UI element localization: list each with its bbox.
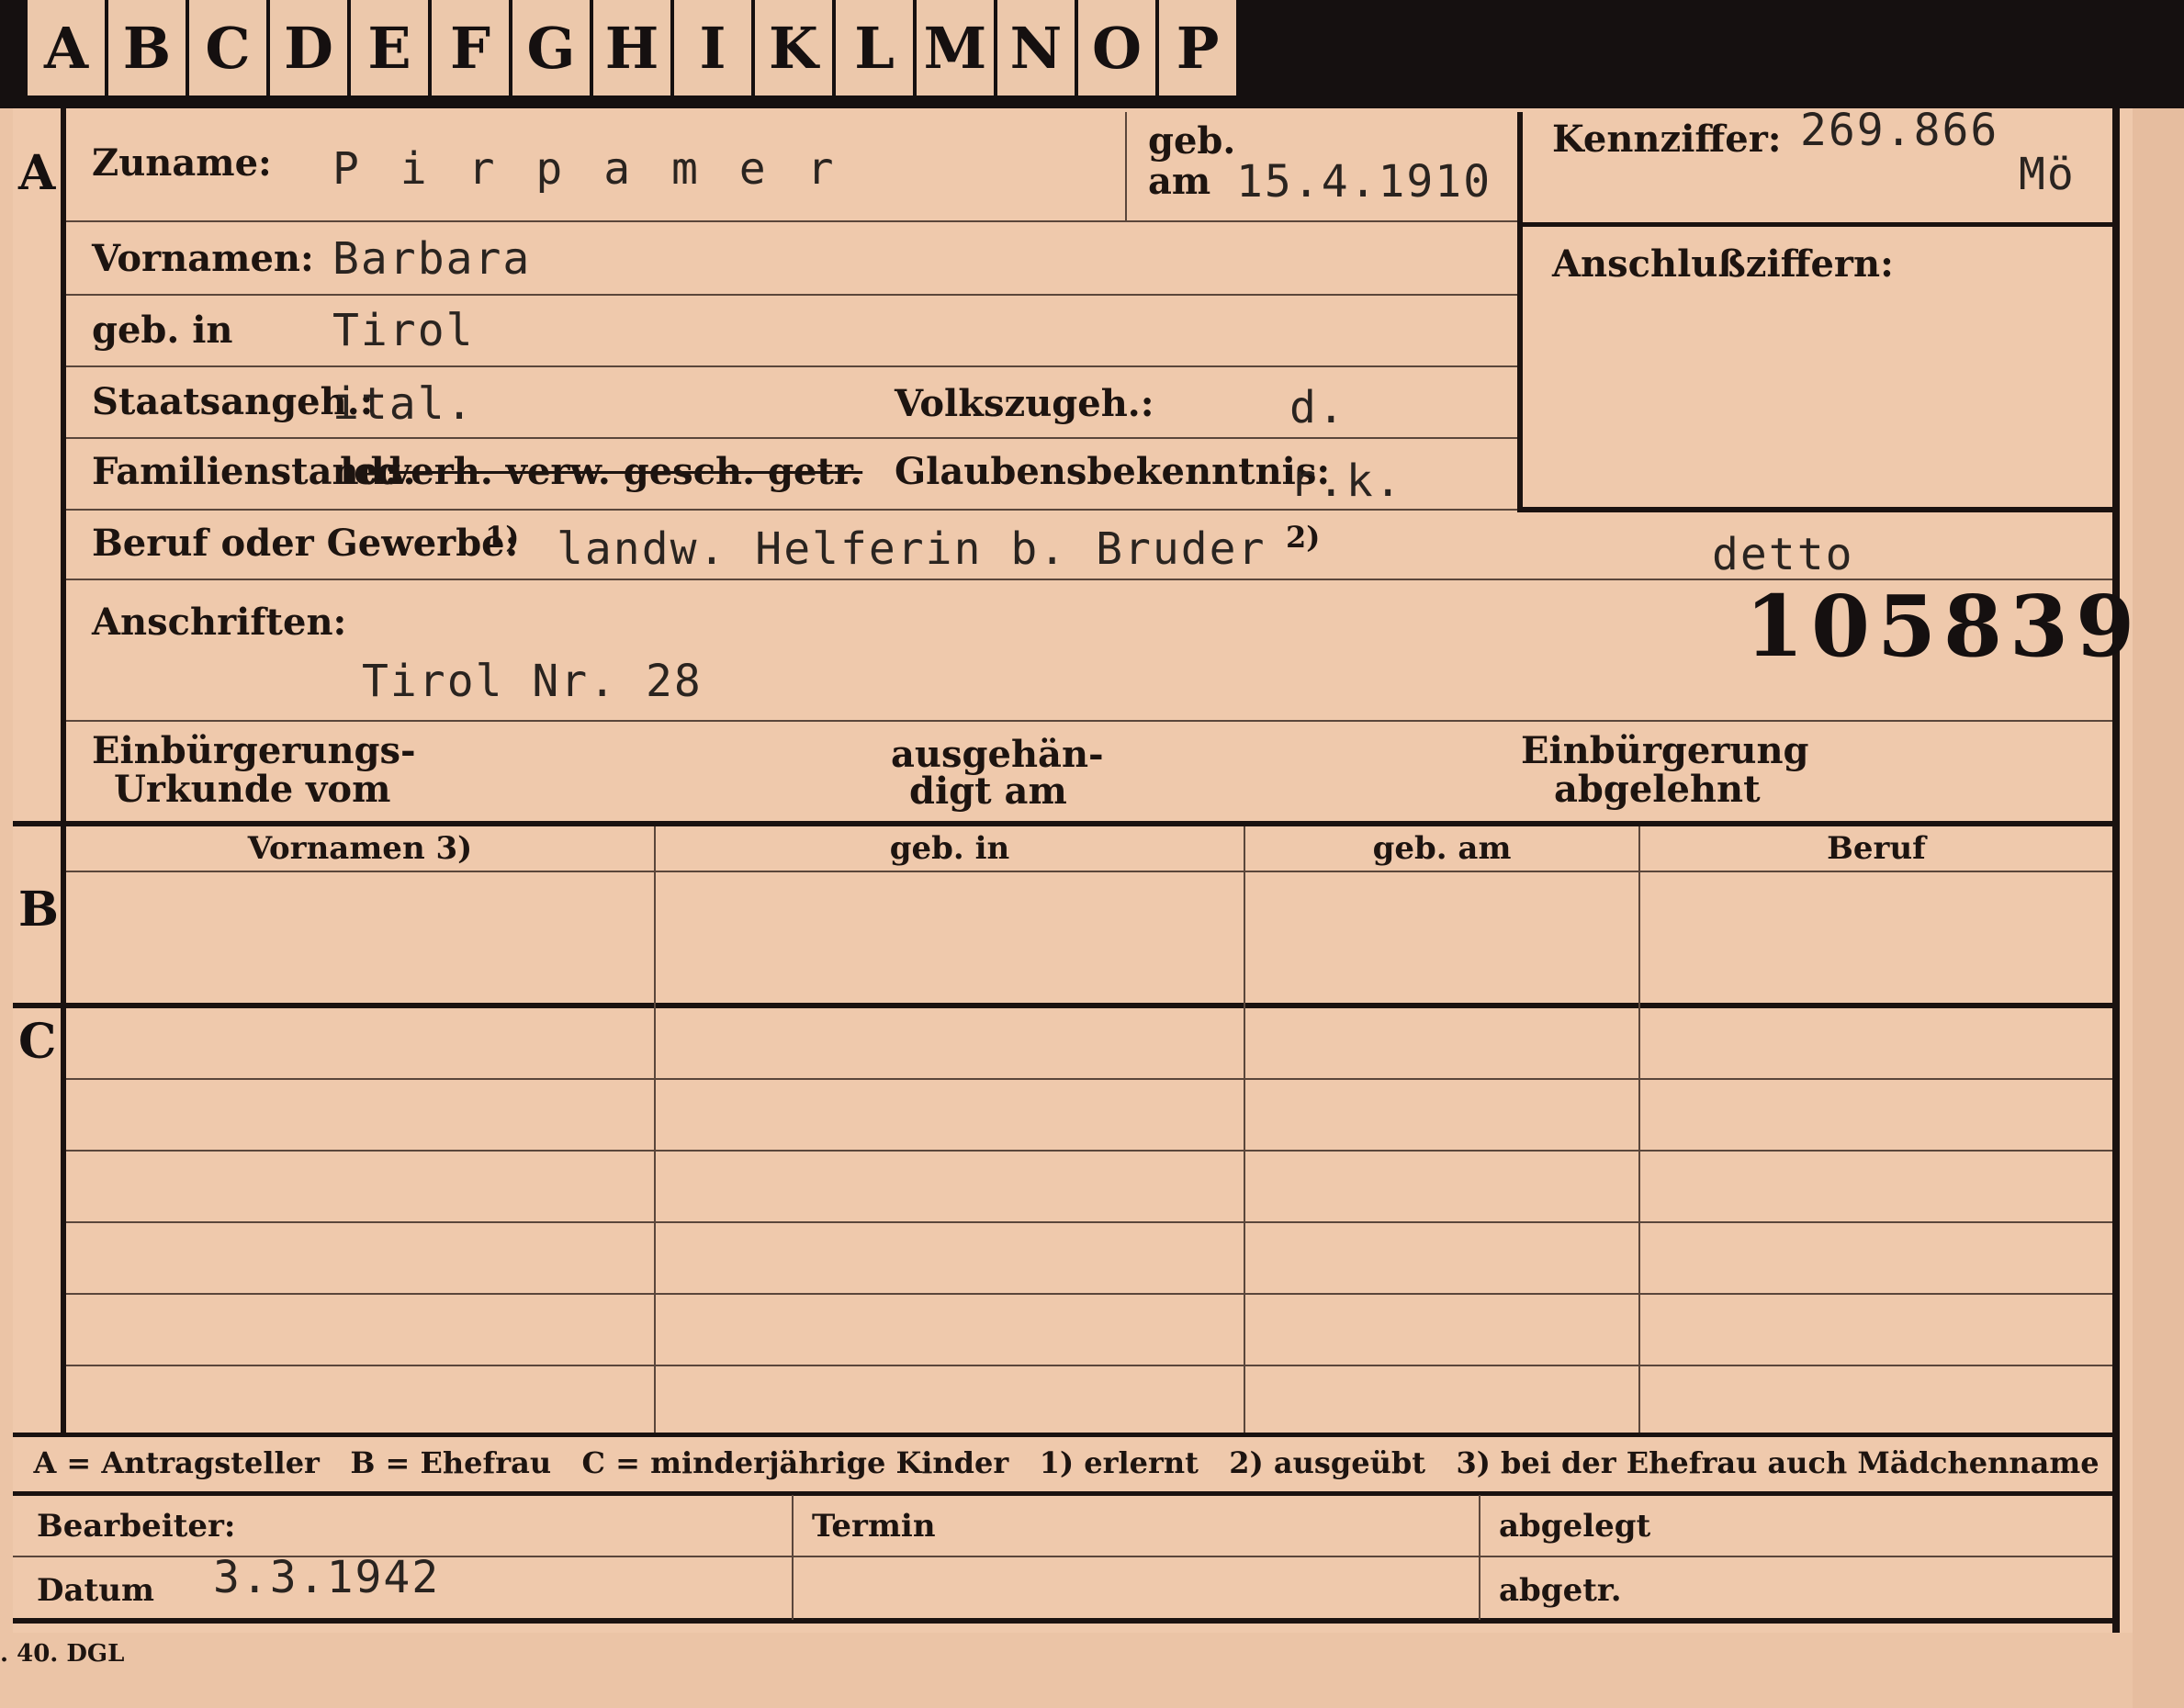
row-line [66,220,1517,222]
index-tab-n: N [997,0,1075,98]
ausgehaendigt-label-2: digt am [909,770,1067,813]
index-tab-f: F [432,0,509,98]
kennziffer-label: Kennziffer: [1552,118,1782,161]
table-row-line [66,1221,2112,1223]
zuname-value: P i r p a m e r [332,143,841,195]
geb-am-label-1: geb. [1148,119,1236,163]
bearbeiter-label: Bearbeiter: [37,1508,236,1545]
index-tab-b: B [108,0,186,98]
index-tab-a: A [28,0,105,98]
volkszugehoerigkeit-label: Volkszugeh.: [895,382,1154,425]
card-bottom-border [13,1618,2120,1624]
kennziffer-box-divider [1517,222,2112,227]
beruf-value-ausgeuebt: detto [1712,529,1854,580]
volkszugehoerigkeit-value: d. [1289,382,1346,433]
index-tab-p: P [1159,0,1236,98]
geb-in-label: geb. in [92,309,233,352]
abgetragen-label: abgetr. [1499,1572,1622,1609]
section-b-letter: B [18,882,59,938]
row-line [66,294,1517,296]
footer-col-divider [1479,1495,1480,1620]
card-left-border [61,108,66,1435]
index-tab-e: E [351,0,428,98]
anschriften-label: Anschriften: [92,601,347,644]
table-row-line [66,1150,2112,1152]
row-line [66,720,2112,722]
table-col-divider [1638,826,1640,1433]
geb-in-value: Tirol [332,305,475,356]
zuname-label: Zuname: [92,141,272,185]
geb-am-label-2: am [1148,160,1211,203]
card-right-edge [2133,108,2184,1708]
vornamen-label: Vornamen: [92,237,314,280]
section-a-b-divider [13,821,2120,826]
section-b-c-divider [13,1003,2120,1008]
geb-am-value: 15.4.1910 [1236,156,1492,208]
index-tab-d: D [270,0,347,98]
anschlussziffern-label: Anschlußziffern: [1552,242,1894,286]
index-tab-o: O [1078,0,1155,98]
datum-value: 3.3.1942 [213,1552,441,1603]
print-mark: . 40. DGL [0,1640,125,1668]
beruf-label: Beruf oder Gewerbe: [92,522,519,565]
alphabet-index-tabs: ABCDEFGHIKLMNOP [28,0,1240,101]
beruf-value: landw. Helferin b. Bruder [557,523,1266,575]
index-tab-c: C [189,0,266,98]
kennziffer-box-bottom [1517,507,2112,512]
index-tab-i: I [674,0,751,98]
einbuergerungsurkunde-label-2: Urkunde vom [114,768,391,811]
glaubensbekenntnis-label: Glaubensbekenntnis: [895,450,1331,493]
footer-col-divider [792,1495,794,1620]
einbuergerung-abgelehnt-label-1: Einbürgerung [1521,729,1809,772]
kennziffer-suffix: Mö [2019,149,2076,200]
row-line [66,365,1517,367]
table-col-divider [1244,826,1245,1433]
kennziffer-value: 269.866 [1800,105,1999,156]
index-tab-k: K [755,0,832,98]
table-row-line [66,1078,2112,1080]
section-a-letter: A [18,145,56,201]
abgelegt-label: abgelegt [1499,1508,1651,1545]
row-line [66,437,1517,439]
table-col-divider [654,826,656,1433]
table-row-line [66,1293,2112,1295]
einbuergerung-abgelehnt-label-2: abgelehnt [1554,768,1761,811]
staatsangehoerigkeit-label: Staatsangeh.: [92,380,374,423]
index-tab-m: M [917,0,994,98]
anschriften-value: Tirol Nr. 28 [362,656,703,707]
table-header-geb-am: geb. am [1372,830,1512,867]
staatsangehoerigkeit-value: ital. [332,378,475,430]
einbuergerungsurkunde-label-1: Einbürgerungs- [92,729,416,772]
legend-bottom-border [13,1491,2120,1496]
vornamen-value: Barbara [332,233,532,285]
stamped-number: 105839 [1745,577,2143,676]
table-row-line [66,1365,2112,1366]
table-header-line [66,871,2112,872]
table-header-vornamen: Vornamen 3) [247,830,473,867]
table-header-geb-in: geb. in [889,830,1010,867]
kennziffer-box-left [1517,112,1523,512]
section-c-bottom-border [13,1433,2120,1437]
glaubensbekenntnis-value: r.k. [1289,455,1403,507]
familienstand-struck-options: verh. verw. gesch. getr. [389,450,863,493]
index-tab-g: G [512,0,590,98]
card-right-border [2112,108,2120,1633]
row-line [66,509,1517,511]
termin-label: Termin [812,1508,936,1545]
beruf-note-1: 1) [485,520,520,555]
geb-am-divider [1125,112,1127,220]
index-tab-h: H [593,0,670,98]
beruf-note-2: 2) [1286,520,1321,555]
index-tab-l: L [836,0,913,98]
legend-text: A = Antragsteller B = Ehefrau C = minder… [33,1445,2100,1480]
section-c-letter: C [18,1014,57,1070]
table-header-beruf: Beruf [1827,830,1926,867]
datum-label: Datum [37,1572,154,1609]
